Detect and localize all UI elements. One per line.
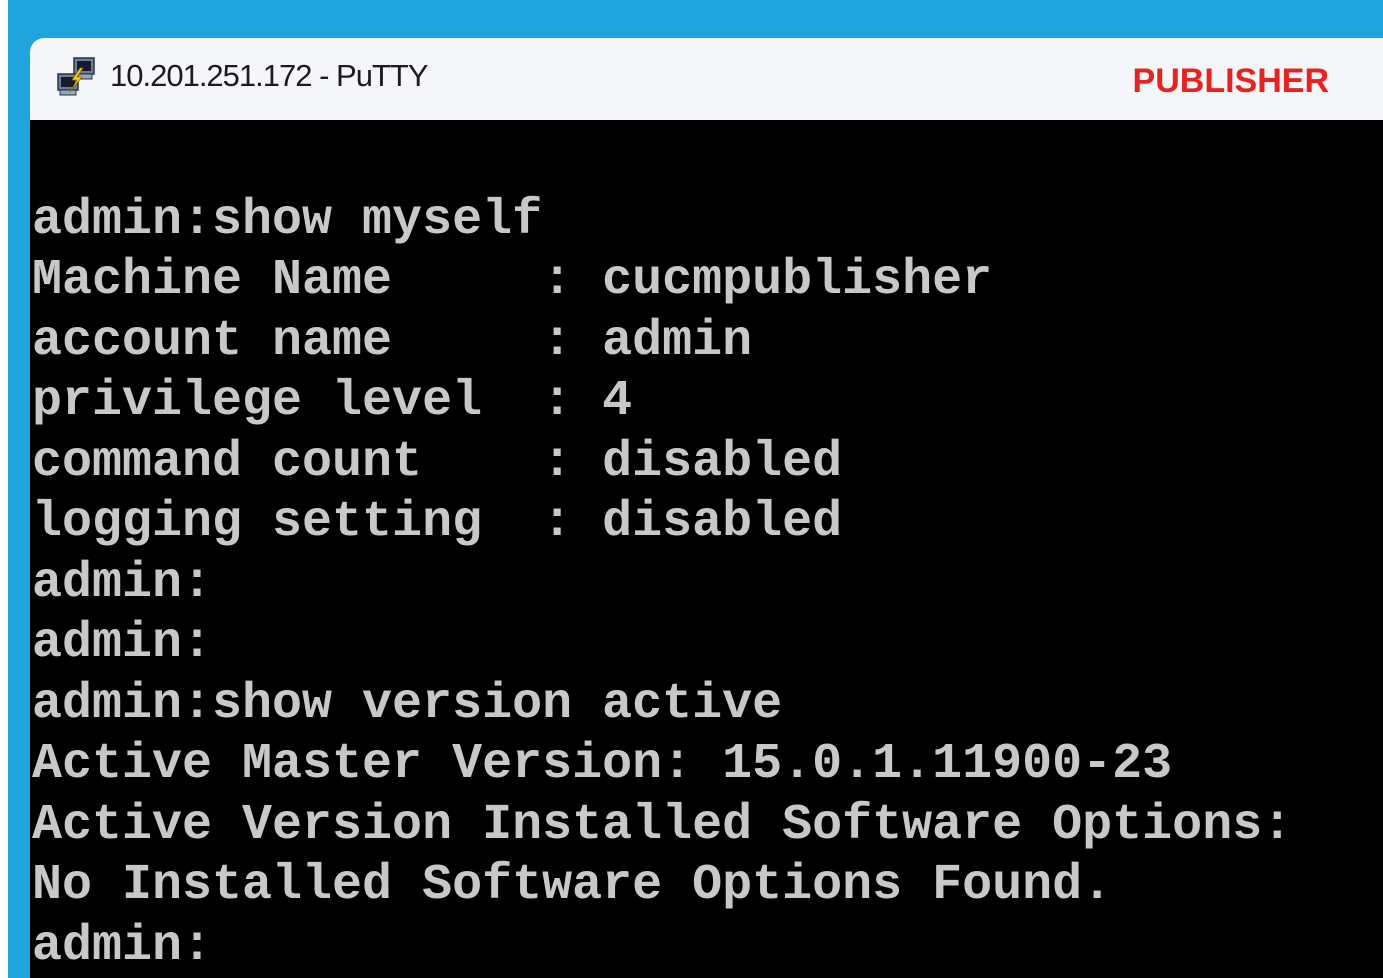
terminal-area[interactable]: admin:show myself Machine Name : cucmpub… [30, 120, 1383, 978]
title-bar[interactable]: 10.201.251.172 - PuTTY PUBLISHER [30, 38, 1383, 120]
putty-window: 10.201.251.172 - PuTTY PUBLISHER admin:s… [30, 38, 1383, 978]
putty-icon [52, 54, 100, 102]
window-title: 10.201.251.172 - PuTTY [110, 58, 429, 93]
desktop-backdrop [0, 0, 8, 978]
terminal-line: admin:show myself [32, 192, 543, 249]
terminal-line: Active Version Installed Software Option… [32, 797, 1293, 854]
terminal-line: privilege level : 4 [32, 373, 633, 430]
terminal-line: account name : admin [32, 313, 753, 370]
terminal-line: logging setting : disabled [32, 494, 843, 551]
terminal-line: No Installed Software Options Found. [32, 857, 1113, 914]
terminal-line: command count : disabled [32, 434, 843, 491]
terminal-line: Machine Name : cucmpublisher [32, 252, 993, 309]
terminal-prompt-line: admin: [32, 918, 213, 975]
server-role-label: PUBLISHER [1132, 62, 1329, 100]
terminal-line: Active Master Version: 15.0.1.11900-23 [32, 736, 1173, 793]
terminal-line: admin:show version active [32, 676, 783, 733]
terminal-line: admin: [32, 555, 213, 612]
terminal-line: admin: [32, 615, 213, 672]
